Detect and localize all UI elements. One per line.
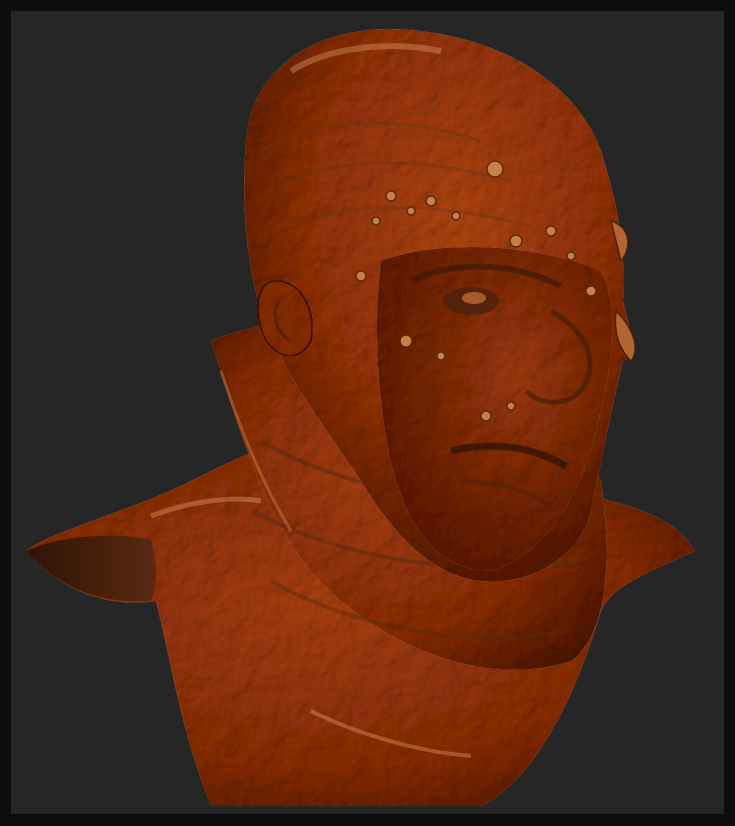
creature-bust-render [26,29,695,806]
sculpt-viewport[interactable] [11,11,724,814]
outer-frame [0,0,735,826]
